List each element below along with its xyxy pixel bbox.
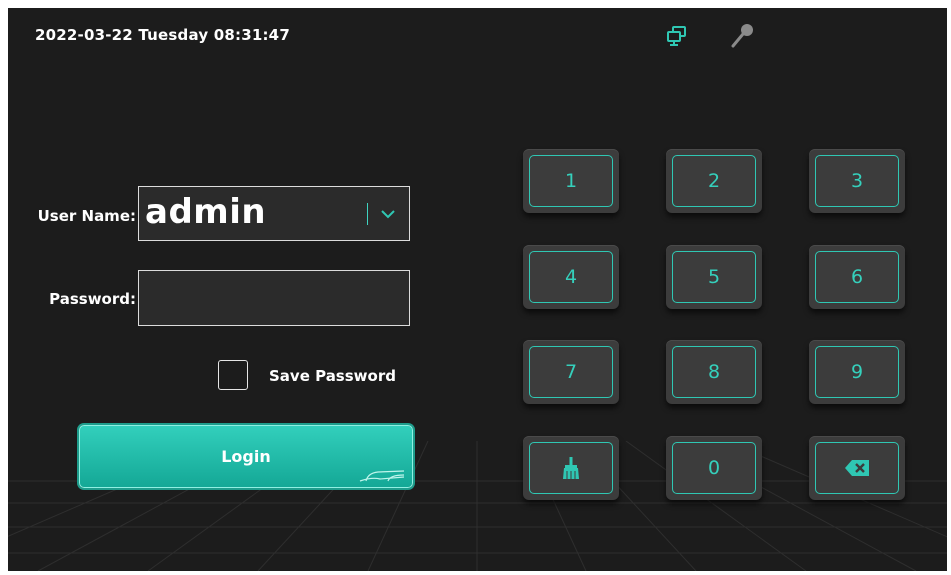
login-button[interactable]: Login bbox=[79, 425, 413, 488]
username-label: User Name: bbox=[37, 207, 136, 225]
keypad-key-9[interactable]: 9 bbox=[809, 340, 905, 404]
keypad-key-1[interactable]: 1 bbox=[523, 149, 619, 213]
keypad-key-4[interactable]: 4 bbox=[523, 245, 619, 309]
network-monitor-icon[interactable] bbox=[665, 24, 689, 48]
login-button-decoration bbox=[359, 470, 405, 482]
username-value: admin bbox=[145, 192, 267, 232]
keypad-key-label: 8 bbox=[672, 346, 756, 398]
backspace-icon bbox=[845, 460, 869, 476]
keypad-key-label: 1 bbox=[529, 155, 613, 207]
keypad-key-0[interactable]: 0 bbox=[666, 436, 762, 500]
keypad-key-label: 4 bbox=[529, 251, 613, 303]
keypad-key-label: 7 bbox=[529, 346, 613, 398]
keypad-key-3[interactable]: 3 bbox=[809, 149, 905, 213]
keypad-key-label: 3 bbox=[815, 155, 899, 207]
chevron-down-icon[interactable] bbox=[377, 203, 399, 225]
keypad-key-frame bbox=[529, 442, 613, 494]
keypad-key-2[interactable]: 2 bbox=[666, 149, 762, 213]
datetime-display: 2022-03-22 Tuesday 08:31:47 bbox=[35, 26, 290, 44]
save-password-checkbox[interactable] bbox=[218, 360, 248, 390]
keypad-key-label: 6 bbox=[815, 251, 899, 303]
save-password-label[interactable]: Save Password bbox=[269, 367, 396, 385]
microphone-icon[interactable] bbox=[728, 22, 756, 50]
broom-icon bbox=[563, 457, 579, 479]
keypad-key-7[interactable]: 7 bbox=[523, 340, 619, 404]
username-dropdown[interactable]: admin bbox=[138, 186, 410, 241]
password-label: Password: bbox=[49, 290, 136, 308]
keypad-key-frame bbox=[815, 442, 899, 494]
keypad-key-label: 0 bbox=[672, 442, 756, 494]
keypad-key-8[interactable]: 8 bbox=[666, 340, 762, 404]
keypad-key-label: 2 bbox=[672, 155, 756, 207]
dropdown-divider bbox=[367, 203, 368, 225]
login-screen: 2022-03-22 Tuesday 08:31:47 User Name: a… bbox=[8, 8, 947, 571]
keypad-backspace-button[interactable] bbox=[809, 436, 905, 500]
keypad-key-label: 9 bbox=[815, 346, 899, 398]
keypad-key-6[interactable]: 6 bbox=[809, 245, 905, 309]
password-field[interactable] bbox=[138, 270, 410, 326]
keypad-key-5[interactable]: 5 bbox=[666, 245, 762, 309]
keypad-clear-button[interactable] bbox=[523, 436, 619, 500]
keypad-key-label: 5 bbox=[672, 251, 756, 303]
